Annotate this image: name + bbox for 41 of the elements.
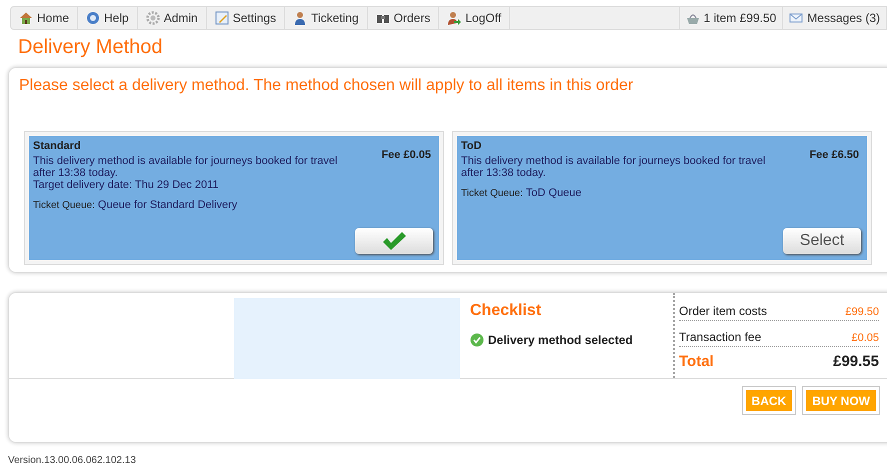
method-description: This delivery method is available for journeys booked for travel after 13:38 today. (461, 155, 766, 179)
selected-button[interactable] (355, 228, 433, 254)
checkmark-icon (381, 231, 407, 251)
person-icon (293, 11, 308, 25)
queue-name: Queue for Standard Delivery (98, 199, 238, 211)
nav-link[interactable]: Help (78, 7, 138, 29)
instruction-text: Please select a delivery method. The method chosen will apply to all items in this order (19, 76, 634, 96)
nav-link[interactable]: LogOff (439, 7, 510, 29)
method-description: This delivery method is available for journeys booked for travel after 13:38 today. (33, 155, 338, 179)
person-arrow-icon (447, 11, 462, 25)
method-fee: Fee £6.50 (809, 149, 859, 161)
nav-link[interactable]: Settings (206, 7, 286, 29)
total-label: Total (679, 352, 714, 372)
settings-icon (146, 11, 160, 25)
cost-value: £99.50 (845, 304, 879, 320)
checklist-title: Checklist (470, 301, 542, 321)
queue-label: Ticket Queue: (33, 200, 95, 212)
envelope-icon (789, 11, 804, 25)
total-value: £99.55 (833, 352, 879, 372)
select-button[interactable]: Select (783, 228, 861, 254)
method-name: ToD (461, 140, 483, 152)
help-icon (86, 11, 100, 25)
method-fee: Fee £0.05 (381, 149, 431, 161)
pencil-icon (214, 11, 229, 25)
cost-label: Order item costs (679, 303, 768, 320)
cost-value: £0.05 (851, 330, 879, 346)
nav-link[interactable]: 1 item £99.50 (678, 7, 782, 29)
version-text: Version.13.00.06.062.102.13 (8, 454, 136, 465)
nav-link[interactable]: Ticketing (285, 7, 368, 29)
method-name: Standard (33, 140, 82, 152)
queue-name: ToD Queue (526, 187, 582, 199)
queue-label: Ticket Queue: (461, 188, 523, 200)
nav-link[interactable]: Home (11, 7, 78, 29)
nav-link[interactable]: Messages (3) (782, 7, 886, 29)
method-description: Target delivery date: Thu 29 Dec 2011 (33, 179, 220, 191)
checklist-item: Delivery method selected (488, 332, 633, 349)
home-icon (19, 11, 33, 25)
nav-link[interactable]: Admin (138, 7, 207, 29)
page-title: Delivery Method (18, 35, 164, 59)
cost-label: Transaction fee (679, 329, 762, 346)
nav-link[interactable]: Orders (368, 7, 440, 29)
